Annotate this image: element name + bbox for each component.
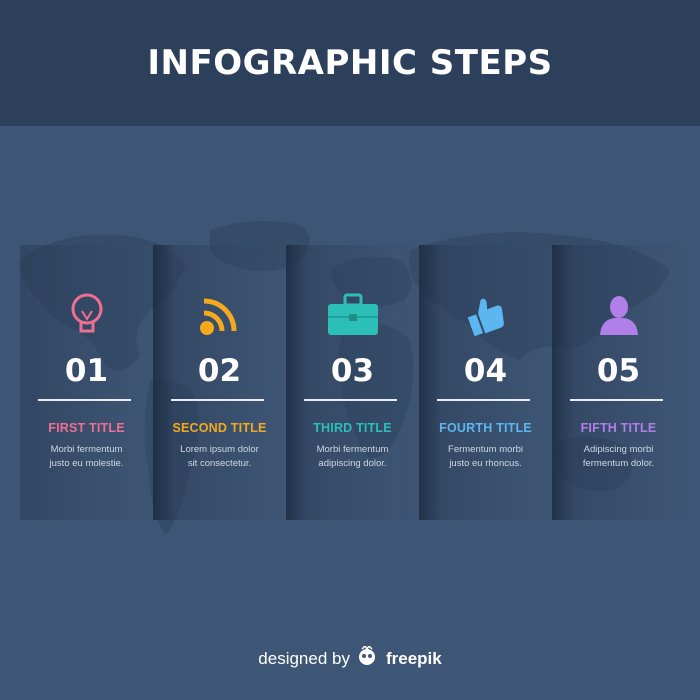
step-card: 01 FIRST TITLE Morbi fermentum justo eu … [20,245,153,520]
divider [437,399,530,401]
step-title: THIRD TITLE [313,421,392,435]
user-icon [599,296,638,335]
step-description: Adipiscing morbi fermentum dolor. [582,444,655,469]
step-title: FOURTH TITLE [439,421,532,435]
step-card: 04 FOURTH TITLE Fermentum morbi justo eu… [419,245,552,520]
step-description: Morbi fermentum justo eu molestie. [49,444,124,469]
step-description: Lorem ipsum dolor sit consectetur. [180,444,259,469]
step-description: Fermentum morbi justo eu rhoncus. [448,444,523,469]
step-card: 05 FIFTH TITLE Adipiscing morbi fermentu… [552,245,685,520]
footer-prefix: designed by [258,648,350,668]
step-title: FIFTH TITLE [580,421,657,435]
divider [570,399,663,401]
freepik-logo-icon [356,644,378,671]
footer-credit: designed by freepik [0,644,700,671]
step-card: 02 SECOND TITLE Lorem ipsum dolor sit co… [153,245,286,520]
steps-row: 01 FIRST TITLE Morbi fermentum justo eu … [20,245,685,520]
step-description: Morbi fermentum adipiscing dolor. [316,444,389,469]
rss-icon [199,298,236,335]
step-number: 01 [64,353,109,389]
infographic-page: INFOGRAPHIC STEPS 01 FIRST TITLE Morbi f… [0,0,700,700]
footer-brand: freepik [385,648,442,668]
briefcase-icon [327,293,378,335]
step-title: FIRST TITLE [48,421,125,435]
step-card: 03 THIRD TITLE Morbi fermentum adipiscin… [286,245,419,520]
page-title: INFOGRAPHIC STEPS [147,43,553,83]
header-band: INFOGRAPHIC STEPS [0,0,700,126]
divider [38,399,131,401]
step-number: 03 [330,353,375,389]
divider [304,399,397,401]
step-number: 04 [463,353,508,389]
divider [171,399,264,401]
step-number: 02 [197,353,242,389]
lightbulb-icon [71,293,102,333]
thumbs-up-icon [467,298,504,337]
step-number: 05 [596,353,641,389]
step-title: SECOND TITLE [172,421,267,435]
